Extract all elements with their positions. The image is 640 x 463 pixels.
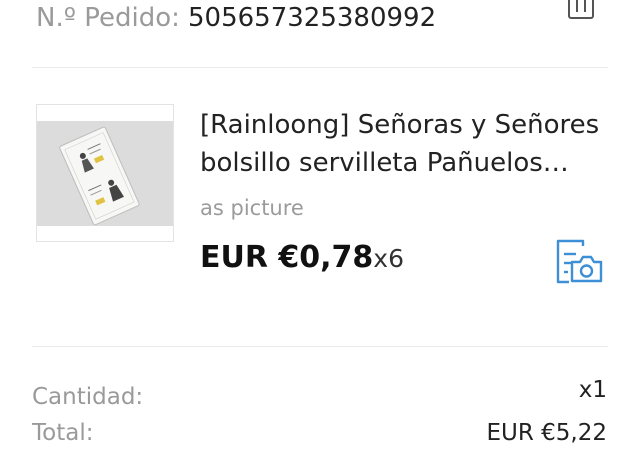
item-quantity: x6 bbox=[373, 244, 404, 273]
total-value: EUR €5,22 bbox=[486, 420, 607, 446]
divider bbox=[32, 346, 608, 347]
unit-price: EUR €0,78 bbox=[200, 240, 374, 275]
document-camera-icon[interactable] bbox=[553, 238, 605, 286]
quantity-label: Cantidad: bbox=[32, 384, 144, 410]
order-header: N.º Pedido: 505657325380992 bbox=[0, 0, 640, 68]
order-number-label: N.º Pedido: bbox=[36, 3, 180, 33]
product-thumbnail[interactable] bbox=[36, 104, 174, 242]
product-variant: as picture bbox=[200, 196, 304, 220]
price-row: EUR €0,78x6 bbox=[200, 240, 404, 275]
quantity-value: x1 bbox=[578, 377, 607, 403]
trash-icon[interactable] bbox=[566, 0, 596, 20]
total-label: Total: bbox=[32, 420, 94, 446]
divider bbox=[32, 67, 608, 68]
product-title[interactable]: [Rainloong] Señoras y Señores bolsillo s… bbox=[200, 106, 610, 182]
order-number-value: 505657325380992 bbox=[188, 3, 437, 33]
